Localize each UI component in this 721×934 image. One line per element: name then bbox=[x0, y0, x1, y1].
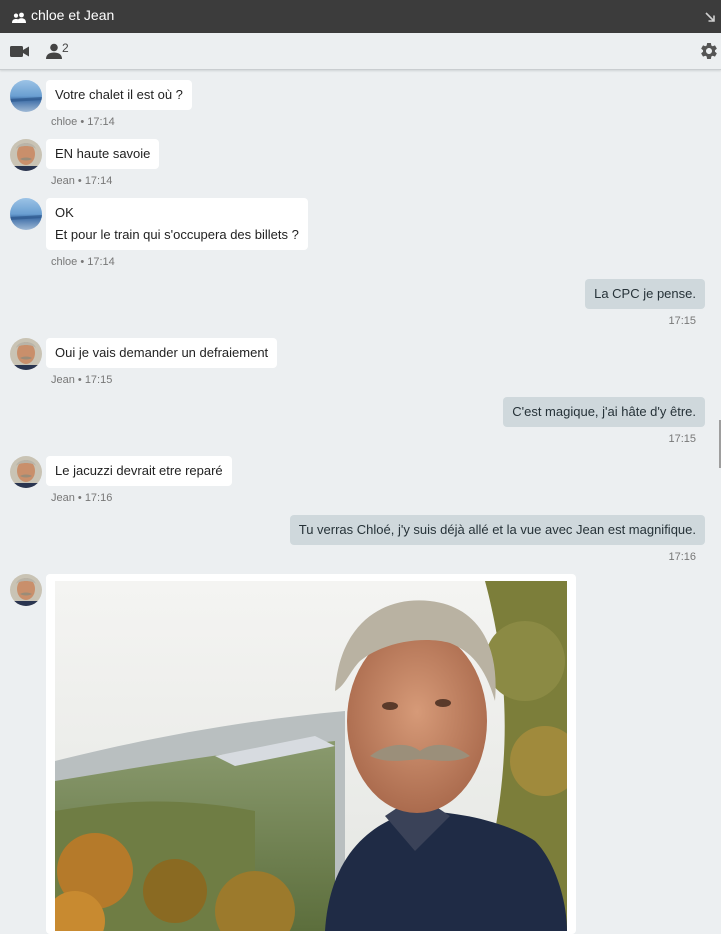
image-message[interactable] bbox=[46, 574, 576, 934]
message-incoming: Le jacuzzi devrait etre reparé Jean • 17… bbox=[0, 456, 721, 506]
group-icon bbox=[12, 10, 26, 28]
message-incoming: Votre chalet il est où ? chloe • 17:14 bbox=[0, 80, 721, 130]
message-meta: Jean • 17:16 bbox=[51, 492, 113, 504]
message-bubble: OK Et pour le train qui s'occupera des b… bbox=[46, 198, 308, 250]
avatar-jean[interactable] bbox=[10, 338, 42, 370]
window-title: chloe et Jean bbox=[31, 7, 115, 23]
message-bubble: Tu verras Chloé, j'y suis déjà allé et l… bbox=[289, 515, 705, 545]
video-camera-icon[interactable] bbox=[10, 45, 30, 63]
message-bubble: Oui je vais demander un defraiement bbox=[46, 338, 278, 368]
avatar-jean[interactable] bbox=[10, 574, 42, 606]
message-meta: Jean • 17:14 bbox=[51, 175, 113, 187]
message-bubble: La CPC je pense. bbox=[585, 279, 705, 309]
message-incoming: Oui je vais demander un defraiement Jean… bbox=[0, 338, 721, 388]
title-bar: chloe et Jean bbox=[0, 0, 721, 33]
toolbar: 2 bbox=[0, 33, 721, 70]
message-bubble: EN haute savoie bbox=[46, 139, 160, 169]
participants-count: 2 bbox=[62, 41, 69, 55]
message-outgoing: La CPC je pense. 17:15 bbox=[0, 279, 721, 329]
avatar-jean[interactable] bbox=[10, 139, 42, 171]
message-bubble: C'est magique, j'ai hâte d'y être. bbox=[503, 397, 705, 427]
message-outgoing: Tu verras Chloé, j'y suis déjà allé et l… bbox=[0, 515, 721, 565]
message-meta: Jean • 17:15 bbox=[51, 374, 113, 386]
photo-of-man-with-mustache-in-landscape[interactable] bbox=[55, 581, 567, 931]
message-meta: 17:15 bbox=[668, 315, 696, 327]
message-incoming: EN haute savoie Jean • 17:14 bbox=[0, 139, 721, 189]
message-line: Et pour le train qui s'occupera des bill… bbox=[55, 227, 299, 242]
avatar-jean[interactable] bbox=[10, 456, 42, 488]
message-meta: 17:16 bbox=[668, 551, 696, 563]
message-meta: chloe • 17:14 bbox=[51, 256, 115, 268]
gear-icon[interactable] bbox=[699, 41, 719, 66]
message-meta: chloe • 17:14 bbox=[51, 116, 115, 128]
message-line: OK bbox=[55, 205, 74, 220]
message-list[interactable]: Votre chalet il est où ? chloe • 17:14 E… bbox=[0, 70, 721, 934]
avatar-chloe[interactable] bbox=[10, 80, 42, 112]
message-bubble: Le jacuzzi devrait etre reparé bbox=[46, 456, 232, 486]
avatar-chloe[interactable] bbox=[10, 198, 42, 230]
minimize-arrow-icon[interactable] bbox=[705, 10, 716, 28]
message-incoming: OK Et pour le train qui s'occupera des b… bbox=[0, 198, 721, 270]
message-meta: 17:15 bbox=[668, 433, 696, 445]
message-bubble: Votre chalet il est où ? bbox=[46, 80, 192, 110]
message-outgoing: C'est magique, j'ai hâte d'y être. 17:15 bbox=[0, 397, 721, 447]
